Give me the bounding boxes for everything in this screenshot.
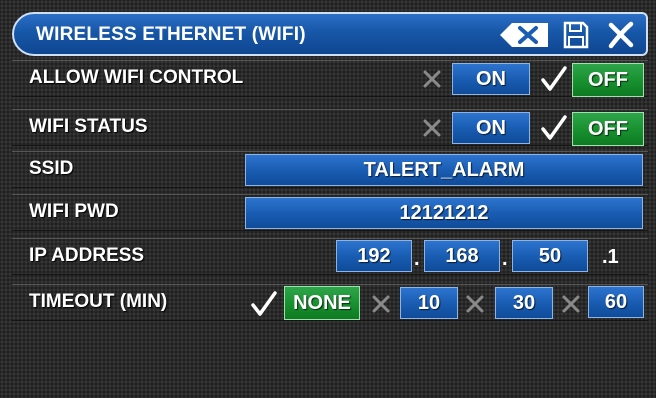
backspace-x-icon[interactable] bbox=[496, 20, 552, 50]
close-x-icon[interactable] bbox=[606, 20, 636, 50]
ip-octet-4-value: .1 bbox=[602, 246, 619, 268]
unselected-x-icon bbox=[372, 295, 390, 313]
title-bar: WIRELESS ETHERNET (WIFI) bbox=[12, 12, 648, 56]
row-timeout: TIMEOUT (MIN) NONE 10 30 60 bbox=[12, 284, 648, 321]
row-allow-wifi-control: ALLOW WIFI CONTROL ON OFF bbox=[12, 60, 648, 97]
timeout-option-10-button[interactable]: 10 bbox=[400, 287, 458, 319]
ip-separator: . bbox=[502, 248, 508, 270]
ip-separator: . bbox=[414, 248, 420, 270]
floppy-disk-icon[interactable] bbox=[562, 20, 590, 50]
row-wifi-pwd: WIFI PWD 12121212 bbox=[12, 194, 648, 231]
ssid-field[interactable]: TALERT_ALARM bbox=[245, 154, 643, 186]
unselected-x-icon bbox=[423, 70, 441, 88]
ssid-label: SSID bbox=[29, 158, 74, 179]
row-ssid: SSID TALERT_ALARM bbox=[12, 151, 648, 188]
ip-octet-2-field[interactable]: 168 bbox=[424, 240, 500, 272]
ip-address-label: IP ADDRESS bbox=[29, 245, 145, 266]
unselected-x-icon bbox=[562, 295, 580, 313]
wifi-status-on-button[interactable]: ON bbox=[452, 112, 530, 144]
wifi-pwd-field[interactable]: 12121212 bbox=[245, 197, 643, 229]
check-mark-icon bbox=[541, 66, 567, 91]
row-ip-address: IP ADDRESS 192 . 168 . 50 .1 bbox=[12, 238, 648, 275]
row-wifi-status: WIFI STATUS ON OFF bbox=[12, 109, 648, 146]
allow-wifi-control-on-button[interactable]: ON bbox=[452, 63, 530, 95]
unselected-x-icon bbox=[466, 295, 484, 313]
allow-wifi-control-off-button[interactable]: OFF bbox=[572, 63, 644, 97]
unselected-x-icon bbox=[423, 119, 441, 137]
timeout-option-30-button[interactable]: 30 bbox=[495, 287, 553, 319]
wifi-status-label: WIFI STATUS bbox=[29, 116, 148, 137]
wifi-pwd-label: WIFI PWD bbox=[29, 201, 119, 222]
page-title: WIRELESS ETHERNET (WIFI) bbox=[36, 24, 306, 45]
check-mark-icon bbox=[251, 291, 277, 316]
timeout-option-60-button[interactable]: 60 bbox=[588, 286, 644, 318]
wifi-settings-screen: WIRELESS ETHERNET (WIFI) ALLOW WIFI CONT… bbox=[0, 0, 656, 398]
allow-wifi-control-label: ALLOW WIFI CONTROL bbox=[29, 67, 244, 88]
wifi-status-off-button[interactable]: OFF bbox=[572, 112, 644, 146]
ip-octet-1-field[interactable]: 192 bbox=[336, 240, 412, 272]
timeout-label: TIMEOUT (MIN) bbox=[29, 291, 168, 312]
timeout-option-none-button[interactable]: NONE bbox=[284, 286, 360, 320]
check-mark-icon bbox=[541, 115, 567, 140]
ip-octet-3-field[interactable]: 50 bbox=[512, 240, 588, 272]
